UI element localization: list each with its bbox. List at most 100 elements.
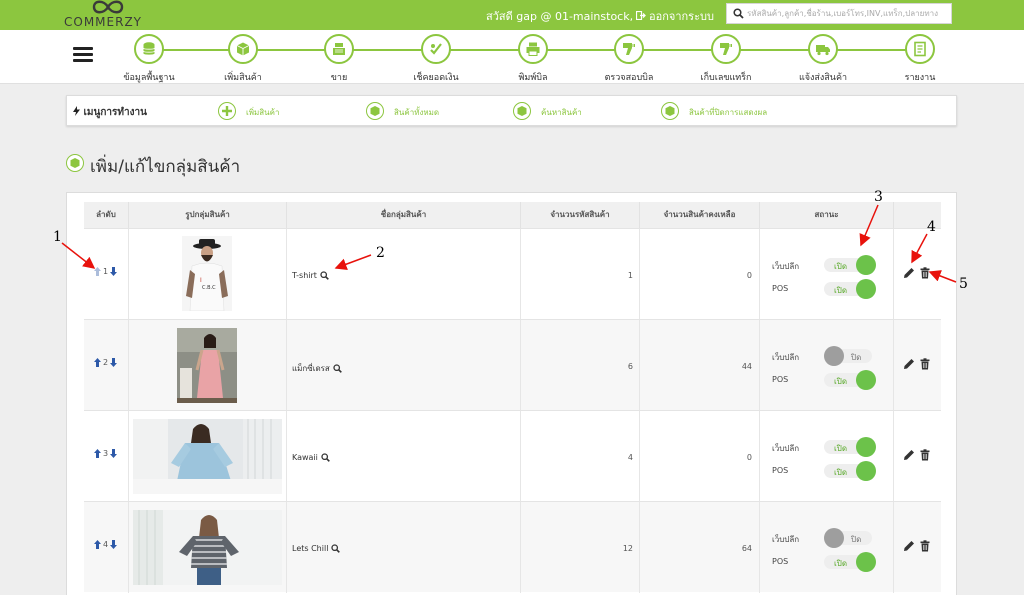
sku-count: 6 <box>627 362 633 371</box>
nav-label: ข้อมูลพื้นฐาน <box>123 73 175 83</box>
work-menu-label: เพิ่มสินค้า <box>246 108 280 117</box>
stock-count: 0 <box>746 453 752 462</box>
status-label-web: เว็บปลีก <box>772 535 800 544</box>
arrow-down-icon[interactable] <box>110 358 118 367</box>
product-group-image[interactable] <box>177 328 237 403</box>
nav-item-check-balance[interactable]: เช็คยอดเงิน <box>391 34 481 84</box>
logout-link[interactable]: ออกจากระบบ <box>635 7 714 25</box>
nav-label: แจ้งส่งสินค้า <box>798 73 848 83</box>
work-menu-label: สินค้าทั้งหมด <box>394 108 440 117</box>
arrow-down-icon[interactable] <box>110 449 118 458</box>
search-icon[interactable] <box>333 364 342 373</box>
product-group-image[interactable] <box>133 419 282 494</box>
trash-icon[interactable] <box>919 358 931 370</box>
order-control: 3 <box>94 449 118 458</box>
group-name-link[interactable]: T-shirt <box>292 271 329 280</box>
status-label-web: เว็บปลีก <box>772 262 800 271</box>
nav-item-basic-data[interactable]: ข้อมูลพื้นฐาน <box>104 34 194 84</box>
nav-item-print-bill[interactable]: พิมพ์บิล <box>488 34 578 84</box>
svg-text:I: I <box>200 277 202 284</box>
trash-icon[interactable] <box>919 449 931 461</box>
search-input[interactable] <box>747 6 949 21</box>
table-row: 2 แม็กซี่เดรส 6 44 เว็บปลีก ปิด POS เปิด <box>84 319 941 411</box>
plus-icon <box>222 106 232 116</box>
truck-icon <box>816 45 830 56</box>
web-status-toggle[interactable]: ปิด <box>824 528 876 548</box>
status-label-pos: POS <box>772 557 789 566</box>
report-icon <box>914 41 926 57</box>
nav-item-tracking[interactable]: เก็บเลขแทร็ก <box>681 34 771 84</box>
arrow-up-icon[interactable] <box>94 358 101 367</box>
nav-item-add-product[interactable]: เพิ่มสินค้า <box>198 34 288 84</box>
col-status: สถานะ <box>760 202 894 228</box>
work-menu-label: สินค้าที่ปิดการแสดงผล <box>689 108 768 117</box>
nav-item-report[interactable]: รายงาน <box>875 34 965 84</box>
nav-label: เพิ่มสินค้า <box>224 73 262 83</box>
page-title: เพิ่ม/แก้ไขกลุ่มสินค้า <box>90 157 241 177</box>
search-box[interactable] <box>726 3 952 24</box>
arrow-down-icon[interactable] <box>110 540 118 549</box>
arrow-up-icon[interactable] <box>94 540 101 549</box>
web-status-toggle[interactable]: เปิด <box>824 437 876 457</box>
col-image: รูปกลุ่มสินค้า <box>129 202 287 228</box>
table-row: 3 Kawaii 4 0 เว็บปลีก เปิด POS เปิด <box>84 410 941 502</box>
annotation-number: 4 <box>927 219 936 235</box>
product-group-panel: ลำดับ รูปกลุ่มสินค้า ชื่อกลุ่มสินค้า จำน… <box>66 192 957 595</box>
pos-status-toggle[interactable]: เปิด <box>824 370 876 390</box>
nav-item-sell[interactable]: ขาย <box>294 34 384 84</box>
web-status-toggle[interactable]: ปิด <box>824 346 876 366</box>
col-order: ลำดับ <box>84 202 129 228</box>
sku-count: 12 <box>622 544 633 553</box>
status-label-pos: POS <box>772 284 789 293</box>
search-icon[interactable] <box>331 544 341 553</box>
svg-text:C.B.C: C.B.C <box>202 285 216 291</box>
pos-status-toggle[interactable]: เปิด <box>824 552 876 572</box>
trash-icon[interactable] <box>919 267 931 279</box>
pos-status-toggle[interactable]: เปิด <box>824 461 876 481</box>
work-menu-label: ค้นหาสินค้า <box>541 108 582 117</box>
product-group-image[interactable] <box>133 510 282 585</box>
status-label-pos: POS <box>772 375 789 384</box>
hamburger-menu-icon[interactable] <box>73 47 93 63</box>
box-icon <box>665 106 675 116</box>
arrow-down-icon[interactable] <box>110 267 118 276</box>
status-label-pos: POS <box>772 466 789 475</box>
top-bar: COMMERZY สวัสดี gap @ 01-mainstock, ออกจ… <box>0 0 1024 30</box>
edit-pencil-icon[interactable] <box>903 358 915 370</box>
table-row: 1 I C.B.C T-shirt 1 0 เว็บปลีก เปิด POS … <box>84 228 941 320</box>
box-icon <box>370 106 380 116</box>
stock-count: 44 <box>741 362 752 371</box>
product-group-image[interactable]: I C.B.C <box>182 236 232 311</box>
bolt-icon <box>73 106 80 116</box>
arrow-up-icon[interactable] <box>94 267 101 276</box>
money-check-icon <box>430 43 442 55</box>
group-name-link[interactable]: Lets Chill <box>292 544 341 553</box>
col-name: ชื่อกลุ่มสินค้า <box>287 202 521 228</box>
work-menu-title: เมนูการทำงาน <box>73 105 147 120</box>
trash-icon[interactable] <box>919 540 931 552</box>
nav-label: ตรวจสอบบิล <box>604 73 654 83</box>
logo-text: COMMERZY <box>64 15 143 29</box>
col-stock: จำนวนสินค้าคงเหลือ <box>640 202 760 228</box>
web-status-toggle[interactable]: เปิด <box>824 255 876 275</box>
work-menu: เมนูการทำงาน เพิ่มสินค้า สินค้าทั้งหมด ค… <box>66 95 957 126</box>
nav-item-verify-bill[interactable]: ตรวจสอบบิล <box>584 34 674 84</box>
search-icon[interactable] <box>321 453 330 462</box>
annotation-number: 3 <box>874 189 883 205</box>
edit-pencil-icon[interactable] <box>903 267 915 279</box>
group-name-link[interactable]: แม็กซี่เดรส <box>292 362 342 375</box>
stock-count: 0 <box>746 271 752 280</box>
arrow-up-icon[interactable] <box>94 449 101 458</box>
status-label-web: เว็บปลีก <box>772 444 800 453</box>
edit-pencil-icon[interactable] <box>903 449 915 461</box>
search-icon[interactable] <box>320 271 329 280</box>
cash-register-icon <box>333 43 345 55</box>
group-name-link[interactable]: Kawaii <box>292 453 330 462</box>
logo[interactable]: COMMERZY <box>64 0 164 30</box>
pos-status-toggle[interactable]: เปิด <box>824 279 876 299</box>
annotation-number: 1 <box>53 229 62 245</box>
main-nav: ข้อมูลพื้นฐาน เพิ่มสินค้า ขาย เช็คยอดเงิ… <box>0 30 1024 84</box>
status-label-web: เว็บปลีก <box>772 353 800 362</box>
edit-pencil-icon[interactable] <box>903 540 915 552</box>
nav-item-shipping[interactable]: แจ้งส่งสินค้า <box>778 34 868 84</box>
